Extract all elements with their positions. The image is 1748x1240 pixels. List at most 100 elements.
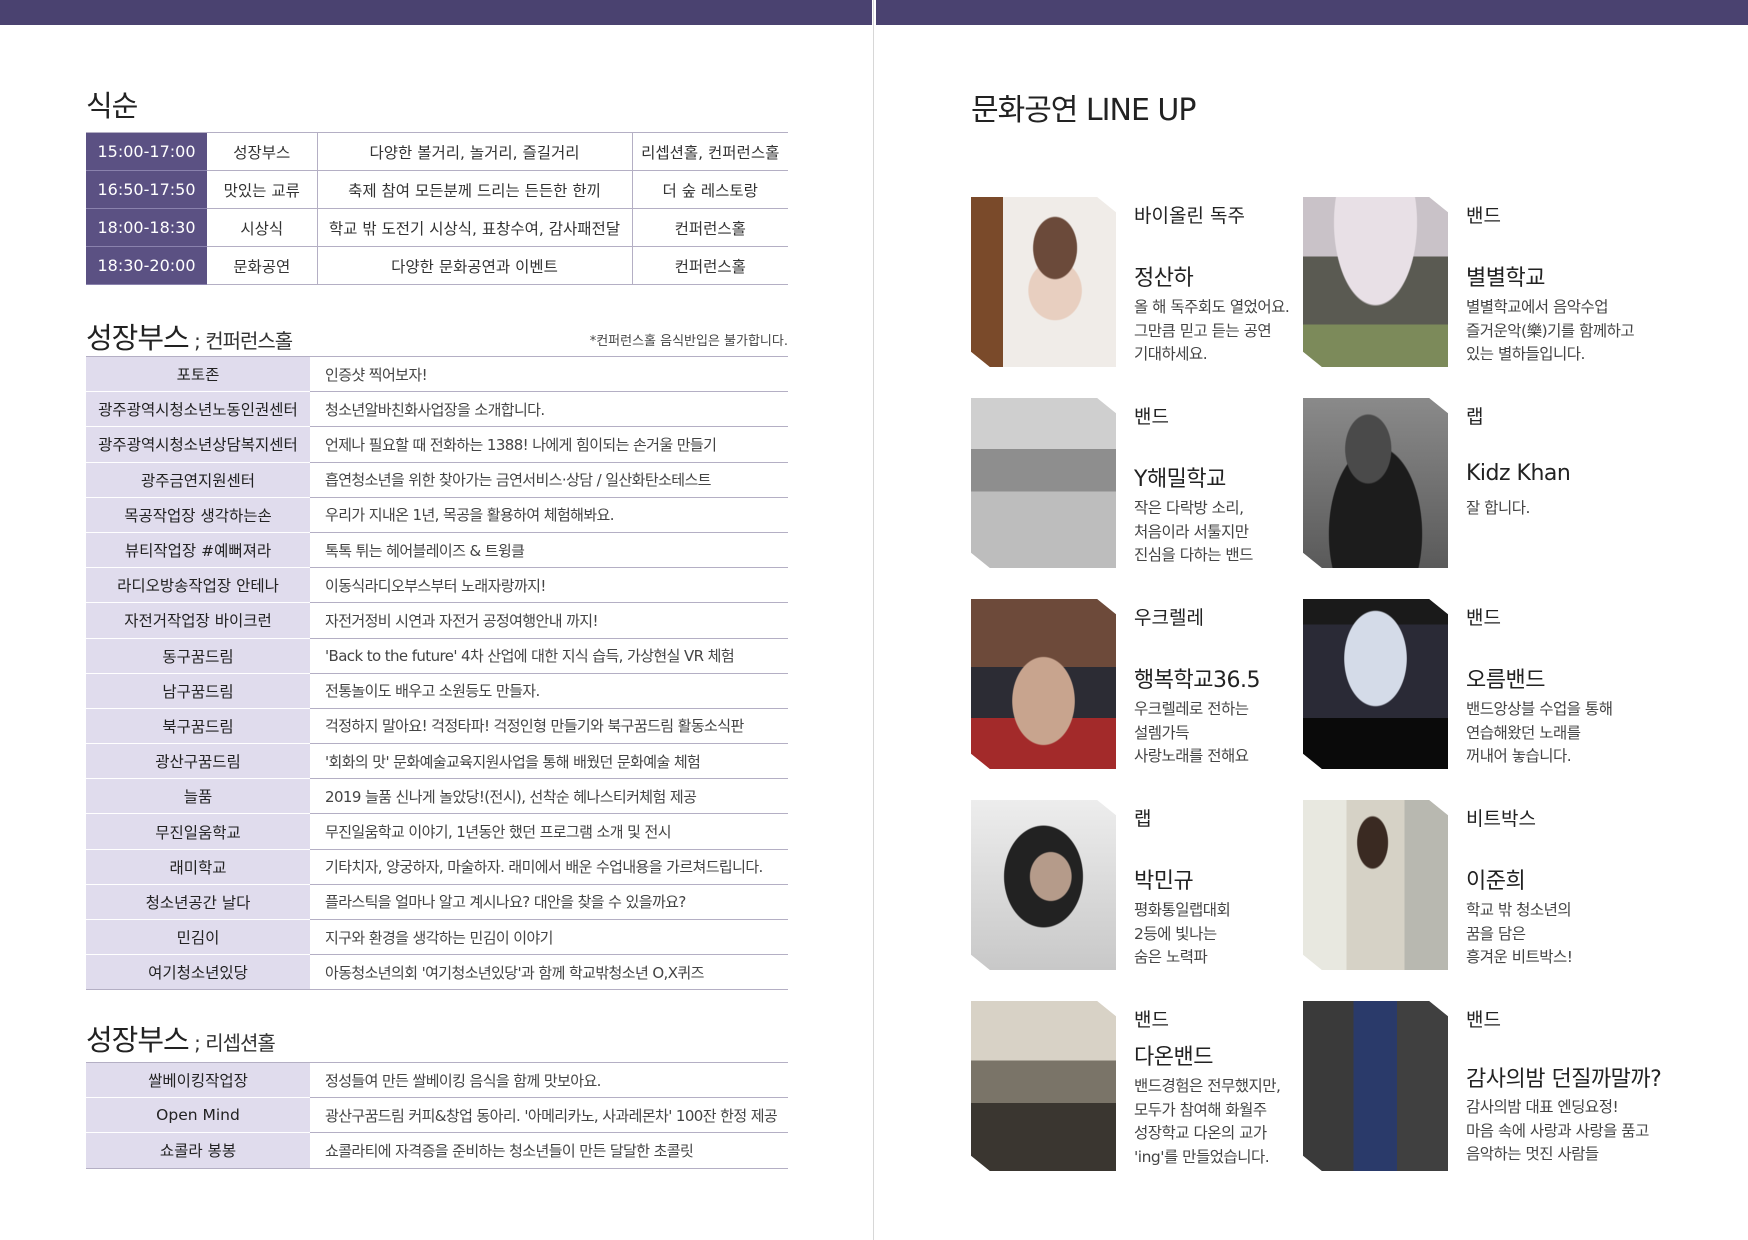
desc-line: 진심을 다하는 밴드 [1134,546,1253,564]
booth1-note: *컨퍼런스홀 음식반입은 불가합니다. [589,334,788,349]
performer-photo [1303,1001,1448,1171]
schedule-time: 15:00-17:00 [86,132,207,171]
booth-row: 목공작업장 생각하는손 우리가 지내온 1년, 목공을 활용하여 체험해봐요. [86,497,788,533]
booth-name: 광산구꿈드림 [86,743,310,780]
booth-row: 여기청소년있당 아동청소년의회 '여기청소년있당'과 함께 학교밖청소년 O,X퀴… [86,954,788,991]
performer-name: 오름밴드 [1466,668,1545,693]
booth1-title: 성장부스 ; 컨퍼런스홀 [86,321,293,355]
performer-desc: 밴드경험은 전무했지만, 모두가 참여해 화월주 성장학교 다온의 교가 'ing'를… [1134,1075,1281,1169]
lineup-card: 랩 Kidz Khan 잘 합니다. [1303,398,1633,568]
lineup-card: 랩 박민규 평화통일랩대회 2등에 빛나는 숨은 노력파 [971,800,1301,970]
booth-row: 광산구꿈드림 '회화의 맛' 문화예술교육지원사업을 통해 배웠던 문화예술 체험 [86,743,788,780]
performer-desc: 올 해 독주회도 열었어요. 그만큼 믿고 듣는 공연 기대하세요. [1134,296,1290,367]
booth-row: 광주광역시청소년노동인권센터 청소년알바친화사업장을 소개합니다. [86,391,788,428]
booth-name: 무진일움학교 [86,813,310,850]
desc-line: 마음 속에 사랑과 사랑을 품고 [1466,1121,1649,1140]
desc-line: 밴드앙상블 수업을 통해 [1466,700,1613,718]
booth2-table: 쌀베이킹작업장 정성들여 만든 쌀베이킹 음식을 함께 맛보아요. Open Min… [86,1061,788,1169]
desc-line: 꺼내어 놓습니다. [1466,747,1572,765]
desc-line: 올 해 독주회도 열었어요. [1134,298,1290,316]
performance-category: 랩 [1134,808,1152,830]
schedule-row: 15:00-17:00 성장부스 다양한 볼거리, 놀거리, 즐길거리 리셉션홀, 컨… [86,132,788,171]
lineup-card: 밴드 별별학교 별별학교에서 음악수업 즐거운악(樂)기를 함께하고 있는 별하들입니다… [1303,197,1635,367]
schedule-name: 시상식 [207,208,317,247]
booth-row: 광주광역시청소년상담복지센터 언제나 필요할 때 전화하는 1388! 나에게 힘… [86,426,788,463]
booth-row: 래미학교 기타치자, 양궁하자, 마술하자. 래미에서 배운 수업내용을 가르쳐드… [86,849,788,885]
right-page: 문화공연 LINE UP 바이올린 독주 정산하 올 해 독주회도 열었어요. 그만큼… [875,25,1748,1240]
performer-name: 별별학교 [1466,266,1545,291]
schedule-desc: 다양한 문화공연과 이벤트 [316,246,632,285]
booth-desc: 기타치자, 양궁하자, 마술하자. 래미에서 배운 수업내용을 가르쳐드립니다. [310,849,788,885]
performer-photo [1303,398,1448,568]
performer-desc: 감사의밤 대표 엔딩요정! 마음 속에 사랑과 사랑을 품고 음악하는 멋진 사람들 [1466,1096,1649,1167]
booth1-table: 포토존 인증샷 찍어보자! 광주광역시청소년노동인권센터 청소년알바친화사업장을 소개… [86,355,788,991]
booth-name: 동구꿈드림 [86,638,310,674]
schedule-place: 컨퍼런스홀 [631,246,788,285]
booth-row: 쇼콜라 봉봉 쇼콜라티에 자격증을 준비하는 청소년들이 만든 달달한 초콜릿 [86,1132,788,1169]
booth-desc: 플라스틱을 얼마나 알고 계시나요? 대안을 찾을 수 있을까요? [310,884,788,921]
performer-desc: 우크렐레로 전하는설렘가득사랑노래를 전해요 [1134,698,1249,769]
performance-category: 밴드 [1134,1009,1169,1031]
lineup-card: 밴드 감사의밤 던질까말까? 감사의밤 대표 엔딩요정! 마음 속에 사랑과 사랑을 … [1303,1001,1662,1171]
performance-category: 우크렐레 [1134,607,1204,629]
performer-photo [971,599,1116,769]
booth-name: 쇼콜라 봉봉 [86,1132,310,1169]
booth-desc: 인증샷 찍어보자! [310,355,788,393]
performer-photo [971,398,1116,568]
schedule-name: 성장부스 [207,132,317,171]
schedule-place: 더 숲 레스토랑 [631,170,788,209]
performer-desc: 작은 다락방 소리, 처음이라 서툴지만 진심을 다하는 밴드 [1134,497,1253,568]
booth-desc: 청소년알바친화사업장을 소개합니다. [310,391,788,428]
booth-desc: 이동식라디오부스부터 노래자랑까지! [310,567,788,604]
desc-line: 설렘가득 [1134,723,1190,742]
desc-line: 2등에 빛나는 [1134,924,1217,943]
booth-row: Open Mind 광산구꿈드림 커피&창업 동아리. '아메리카노, 사과레몬차… [86,1097,788,1134]
booth-name: 래미학교 [86,849,310,885]
schedule-desc: 다양한 볼거리, 놀거리, 즐길거리 [316,132,632,171]
booth-desc: 아동청소년의회 '여기청소년있당'과 함께 학교밖청소년 O,X퀴즈 [310,954,788,991]
desc-line: 우크렐레로 전하는 [1134,700,1249,718]
lineup-card: 밴드 Y해밀학교 작은 다락방 소리, 처음이라 서툴지만 진심을 다하는 밴드 [971,398,1301,568]
booth-name: 광주광역시청소년노동인권센터 [86,391,310,428]
desc-line: 평화통일랩대회 [1134,901,1231,919]
lineup-card: 밴드 오름밴드 밴드앙상블 수업을 통해 연습해왔던 노래를 꺼내어 놓습니다. [1303,599,1633,769]
booth-row: 광주금연지원센터 흡연청소년을 위한 찾아가는 금연서비스·상담 / 일산화탄소테… [86,462,788,498]
booth-desc: 지구와 환경을 생각하는 민김이 이야기 [310,919,788,956]
booth-name: 라디오방송작업장 안테나 [86,567,310,604]
schedule-time: 18:30-20:00 [86,246,207,285]
desc-line: 기대하세요. [1134,345,1208,363]
left-page: 식순 15:00-17:00 성장부스 다양한 볼거리, 놀거리, 즐길거리 리셉션홀… [0,25,873,1240]
booth-row: 늘품 2019 늘품 신나게 놀았당!(전시), 선착순 헤나스티커체험 제공 [86,778,788,815]
performer-photo [1303,599,1448,769]
desc-line: 있는 별하들입니다. [1466,345,1585,363]
schedule-row: 16:50-17:50 맛있는 교류 축제 참여 모든분께 드리는 든든한 한끼 더 … [86,170,788,209]
booth-row: 포토존 인증샷 찍어보자! [86,355,788,393]
desc-line: 즐거운악(樂)기를 함께하고 [1466,321,1635,340]
booth-desc: 자전거정비 시연과 자전거 공정여행안내 까지! [310,602,788,639]
performance-category: 랩 [1466,406,1484,428]
desc-line: 잘 합니다. [1466,499,1530,517]
performer-photo [1303,800,1448,970]
booth-desc: 전통놀이도 배우고 소원등도 만들자. [310,673,788,709]
booth-name: 목공작업장 생각하는손 [86,497,310,533]
desc-line: 모두가 참여해 화월주 [1134,1100,1267,1119]
booth-row: 동구꿈드림 'Back to the future' 4차 산업에 대한 지식 습… [86,638,788,674]
booth-desc: 걱정하지 말아요! 걱정타파! 걱정인형 만들기와 북구꿈드림 활동소식판 [310,708,788,745]
performer-name: 정산하 [1134,266,1194,291]
performance-category: 밴드 [1466,205,1501,227]
schedule-desc: 학교 밖 도전기 시상식, 표창수여, 감사패전달 [316,208,632,247]
booth-desc: 'Back to the future' 4차 산업에 대한 지식 습득, 가상… [310,638,788,674]
performer-name: 박민규 [1134,869,1194,894]
performer-desc: 밴드앙상블 수업을 통해 연습해왔던 노래를 꺼내어 놓습니다. [1466,698,1613,769]
booth-row: 남구꿈드림 전통놀이도 배우고 소원등도 만들자. [86,673,788,709]
lineup-card: 바이올린 독주 정산하 올 해 독주회도 열었어요. 그만큼 믿고 듣는 공연 기대하세… [971,197,1301,367]
performer-name: 이준희 [1466,869,1526,894]
desc-line: 사랑노래를 전해요 [1134,747,1249,765]
booth-row: 쌀베이킹작업장 정성들여 만든 쌀베이킹 음식을 함께 맛보아요. [86,1061,788,1099]
lineup-card: 우크렐레 행복학교36.5 우크렐레로 전하는 설렘가득 사랑노래를 전해요 [971,599,1301,769]
performer-photo [971,1001,1116,1171]
booth-name: 포토존 [86,355,310,393]
performer-desc: 평화통일랩대회 2등에 빛나는 숨은 노력파 [1134,899,1231,970]
booth-row: 자전거작업장 바이크런 자전거정비 시연과 자전거 공정여행안내 까지! [86,602,788,639]
desc-line: 학교 밖 청소년의 [1466,901,1572,919]
